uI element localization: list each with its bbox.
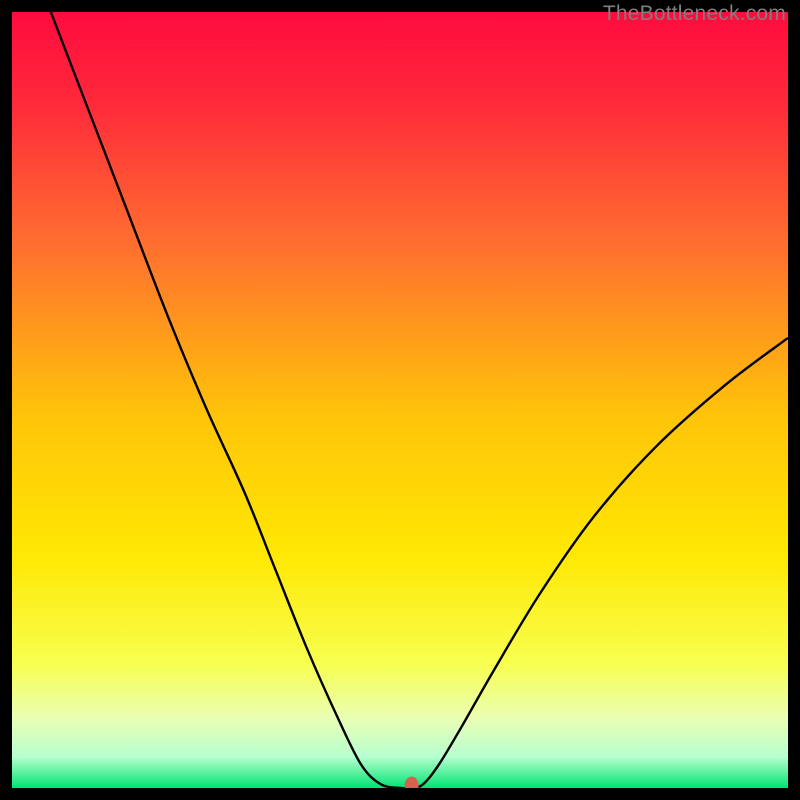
chart-frame <box>12 12 788 788</box>
watermark-text: TheBottleneck.com <box>603 2 786 26</box>
chart-svg <box>12 12 788 788</box>
chart-background <box>12 12 788 788</box>
